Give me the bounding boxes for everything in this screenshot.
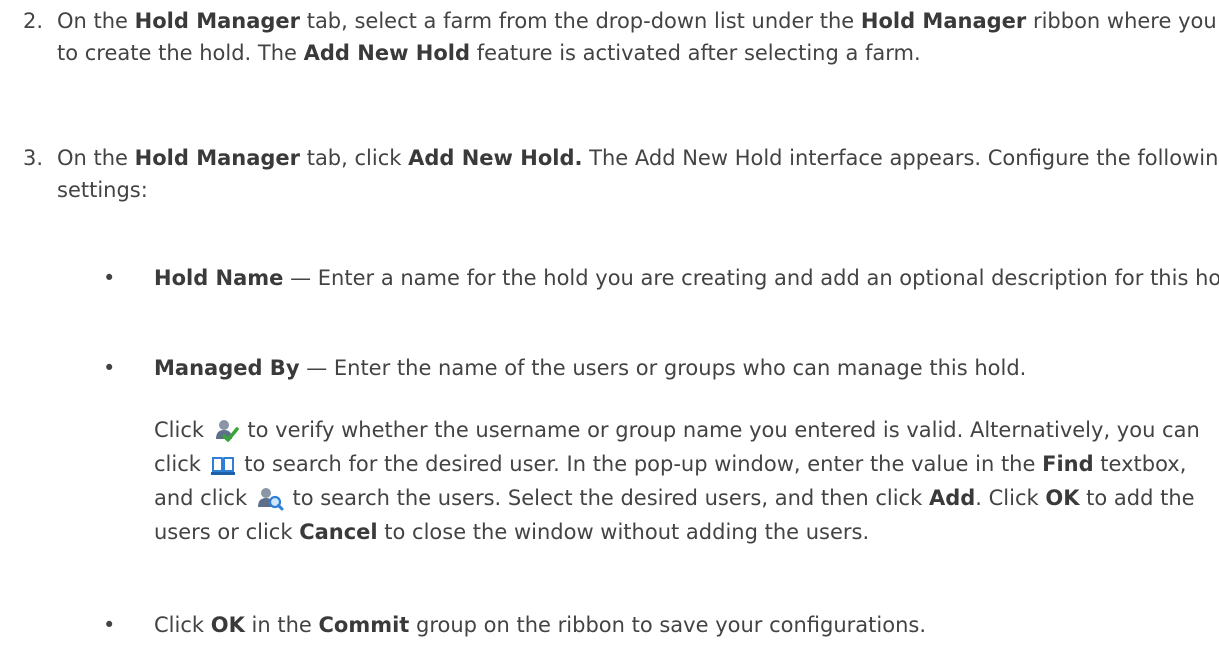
step-2: 2. On the Hold Manager tab, select a far… <box>0 5 1219 69</box>
step-text: tab, click <box>300 146 409 170</box>
document-page: 2. On the Hold Manager tab, select a far… <box>0 0 1219 663</box>
detail-text: Click <box>154 418 211 442</box>
step-text: On the <box>57 9 135 33</box>
step-text: group on the ribbon to save your configu… <box>409 613 927 637</box>
step-text: Click <box>154 613 211 637</box>
ui-term: OK <box>1045 486 1080 510</box>
step-number: 2. <box>23 9 44 33</box>
ui-term: Commit <box>318 613 410 637</box>
detail-text: . Click <box>975 486 1046 510</box>
ui-term: Add <box>928 486 976 510</box>
step-text: tab, select a farm from the drop-down li… <box>300 9 861 33</box>
bullet-marker: • <box>103 613 116 637</box>
user-check-icon <box>213 419 239 443</box>
step-number: 3. <box>23 146 44 170</box>
step-3: 3. On the Hold Manager tab, click Add Ne… <box>0 142 1219 206</box>
ui-term: Hold Manager <box>860 9 1027 33</box>
ui-term: Add New Hold <box>303 41 471 65</box>
ui-term: Hold Manager <box>134 146 301 170</box>
bullet-marker: • <box>103 266 116 290</box>
bullet-commit: • Click OK in the Commit group on the ri… <box>0 609 1219 641</box>
user-search-icon <box>256 487 284 511</box>
step-text: in the <box>244 613 319 637</box>
detail-text: to search the users. Select the desired … <box>285 486 929 510</box>
setting-term: Hold Name <box>154 266 284 290</box>
setting-description: — Enter a name for the hold you are crea… <box>283 266 1219 290</box>
setting-term: Managed By <box>154 356 300 380</box>
ui-term: Cancel <box>299 520 378 544</box>
bullet-marker: • <box>103 356 116 380</box>
address-book-icon <box>210 454 236 476</box>
step-text: On the <box>57 146 135 170</box>
ui-term: Find <box>1042 452 1094 476</box>
detail-text: to search for the desired user. In the p… <box>237 452 1043 476</box>
ui-term: Add New Hold. <box>408 146 583 170</box>
step-text: feature is activated after selecting a f… <box>470 41 921 65</box>
ui-term: OK <box>210 613 245 637</box>
setting-description: — Enter the name of the users or groups … <box>299 356 1027 380</box>
ui-term: Hold Manager <box>134 9 301 33</box>
bullet-hold-name: • Hold Name — Enter a name for the hold … <box>0 262 1219 294</box>
detail-text: to close the window without adding the u… <box>377 520 870 544</box>
managed-by-detail: Click to verify whether the username or … <box>154 413 1214 549</box>
bullet-managed-by: • Managed By — Enter the name of the use… <box>0 352 1219 384</box>
